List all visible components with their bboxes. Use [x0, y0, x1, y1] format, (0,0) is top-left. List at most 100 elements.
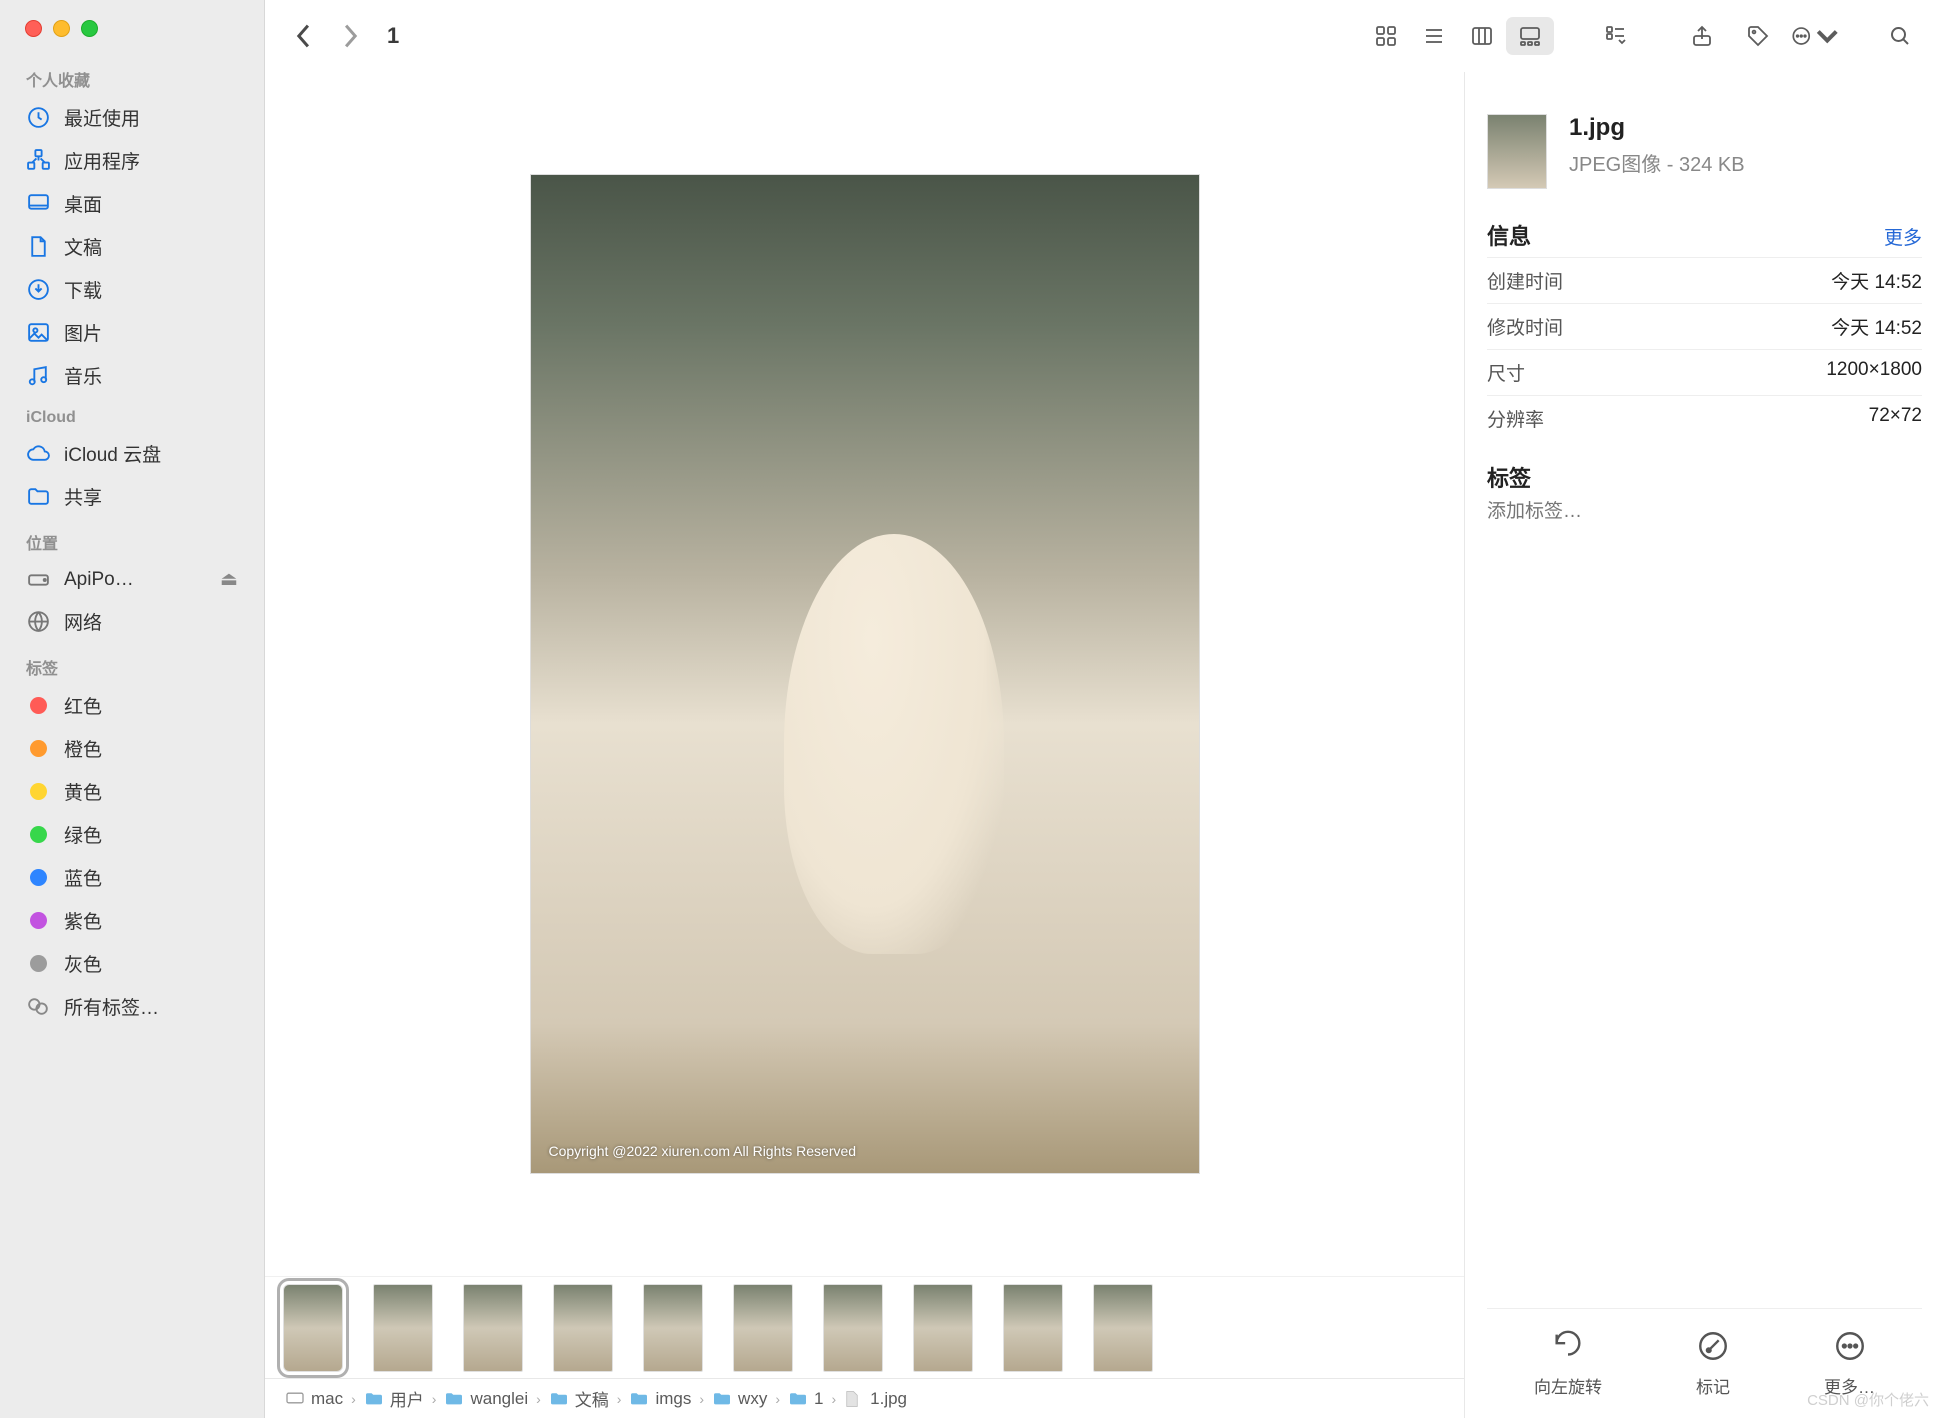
sidebar-item-label: 图片 — [64, 319, 102, 346]
info-value: 今天 14:52 — [1831, 267, 1922, 294]
path-item[interactable]: wanglei — [444, 1389, 528, 1409]
path-label: wanglei — [470, 1389, 528, 1409]
sidebar-item[interactable]: 绿色 — [0, 813, 264, 856]
sidebar-item[interactable]: 桌面 — [0, 182, 264, 225]
close-window-button[interactable] — [25, 20, 42, 37]
path-item[interactable]: 文稿 — [549, 1386, 609, 1411]
path-disk-icon — [285, 1390, 305, 1408]
preview-area: Copyright @2022 xiuren.com All Rights Re… — [265, 72, 1464, 1418]
minimize-window-button[interactable] — [53, 20, 70, 37]
path-label: 1 — [814, 1389, 823, 1409]
thumbnail[interactable] — [823, 1284, 883, 1372]
rotate-left-icon — [1551, 1329, 1585, 1363]
path-bar: mac›用户›wanglei›文稿›imgs›wxy›1›1.jpg — [265, 1378, 1464, 1418]
thumbnail[interactable] — [643, 1284, 703, 1372]
view-gallery-button[interactable] — [1506, 17, 1554, 55]
thumbnail[interactable] — [1093, 1284, 1153, 1372]
group-by-button[interactable] — [1592, 17, 1640, 55]
info-row: 分辨率72×72 — [1487, 395, 1922, 441]
tag-button[interactable] — [1734, 17, 1782, 55]
thumbnail[interactable] — [733, 1284, 793, 1372]
thumbnail[interactable] — [463, 1284, 523, 1372]
tags-input[interactable] — [1487, 493, 1922, 531]
sidebar-item[interactable]: 音乐 — [0, 354, 264, 397]
sidebar-group-label: 位置 — [0, 524, 264, 559]
tag-color-icon — [30, 783, 47, 800]
path-folder-icon — [549, 1390, 569, 1408]
sidebar-item[interactable]: 最近使用 — [0, 96, 264, 139]
tag-color-icon — [30, 697, 47, 714]
sidebar-item-label: 橙色 — [64, 735, 102, 762]
thumbnail[interactable] — [1003, 1284, 1063, 1372]
sidebar-item[interactable]: 应用程序 — [0, 139, 264, 182]
info-row: 创建时间今天 14:52 — [1487, 257, 1922, 303]
path-item[interactable]: mac — [285, 1389, 343, 1409]
eject-icon[interactable]: ⏏ — [220, 568, 238, 591]
search-button[interactable] — [1876, 17, 1924, 55]
sidebar-item-label: 音乐 — [64, 362, 102, 389]
network-icon — [26, 609, 51, 634]
info-value: 1200×1800 — [1826, 359, 1922, 386]
file-name: 1.jpg — [1569, 114, 1745, 142]
markup-button[interactable]: 标记 — [1696, 1329, 1730, 1398]
path-item[interactable]: 1 — [788, 1389, 823, 1409]
preview-image[interactable]: Copyright @2022 xiuren.com All Rights Re… — [530, 174, 1200, 1174]
sidebar-item[interactable]: 红色 — [0, 684, 264, 727]
info-key: 修改时间 — [1487, 313, 1563, 340]
sidebar-item[interactable]: ApiPo… ⏏ — [0, 559, 264, 600]
path-separator: › — [831, 1391, 836, 1407]
info-more-link[interactable]: 更多 — [1884, 223, 1922, 250]
markup-icon — [1696, 1329, 1730, 1363]
sidebar-item[interactable]: 共享 — [0, 475, 264, 518]
thumbnail[interactable] — [283, 1284, 343, 1372]
drive-icon — [26, 567, 51, 592]
path-item[interactable]: 1.jpg — [844, 1389, 907, 1409]
sidebar-item[interactable]: 文稿 — [0, 225, 264, 268]
maximize-window-button[interactable] — [81, 20, 98, 37]
thumbnail[interactable] — [553, 1284, 613, 1372]
path-item[interactable]: imgs — [629, 1389, 691, 1409]
alltags-icon — [26, 994, 51, 1019]
tags-section-title: 标签 — [1487, 461, 1922, 493]
sidebar-item[interactable]: 灰色 — [0, 942, 264, 985]
sidebar-item[interactable]: 黄色 — [0, 770, 264, 813]
share-folder-icon — [26, 484, 51, 509]
sidebar-item-label: ApiPo… — [64, 569, 134, 591]
sidebar: 个人收藏最近使用应用程序桌面文稿下载图片音乐iCloudiCloud 云盘共享位… — [0, 0, 265, 1418]
sidebar-item[interactable]: 蓝色 — [0, 856, 264, 899]
clock-icon — [26, 105, 51, 130]
app-icon — [26, 148, 51, 173]
sidebar-item[interactable]: 紫色 — [0, 899, 264, 942]
more-icon — [1833, 1329, 1867, 1363]
sidebar-group-label: 标签 — [0, 649, 264, 684]
sidebar-item-label: 绿色 — [64, 821, 102, 848]
sidebar-item-label: 最近使用 — [64, 104, 140, 131]
sidebar-item-label: 应用程序 — [64, 147, 140, 174]
rotate-left-button[interactable]: 向左旋转 — [1534, 1329, 1602, 1398]
cloud-icon — [26, 441, 51, 466]
sidebar-item-label: 桌面 — [64, 190, 102, 217]
sidebar-item[interactable]: 所有标签… — [0, 985, 264, 1028]
path-item[interactable]: 用户 — [364, 1386, 424, 1411]
path-label: 1.jpg — [870, 1389, 907, 1409]
action-menu-button[interactable] — [1790, 17, 1838, 55]
sidebar-item[interactable]: 图片 — [0, 311, 264, 354]
sidebar-item[interactable]: 下载 — [0, 268, 264, 311]
sidebar-item-label: 共享 — [64, 483, 102, 510]
forward-button[interactable] — [331, 17, 369, 55]
more-button[interactable]: 更多… — [1824, 1329, 1875, 1398]
path-folder-icon — [364, 1390, 384, 1408]
sidebar-item[interactable]: iCloud 云盘 — [0, 432, 264, 475]
view-icons-button[interactable] — [1362, 17, 1410, 55]
thumbnail[interactable] — [913, 1284, 973, 1372]
view-list-button[interactable] — [1410, 17, 1458, 55]
sidebar-item[interactable]: 橙色 — [0, 727, 264, 770]
path-item[interactable]: wxy — [712, 1389, 767, 1409]
sidebar-item[interactable]: 网络 — [0, 600, 264, 643]
view-columns-button[interactable] — [1458, 17, 1506, 55]
share-button[interactable] — [1678, 17, 1726, 55]
sidebar-item-label: 网络 — [64, 608, 102, 635]
back-button[interactable] — [285, 17, 323, 55]
desktop-icon — [26, 191, 51, 216]
thumbnail[interactable] — [373, 1284, 433, 1372]
